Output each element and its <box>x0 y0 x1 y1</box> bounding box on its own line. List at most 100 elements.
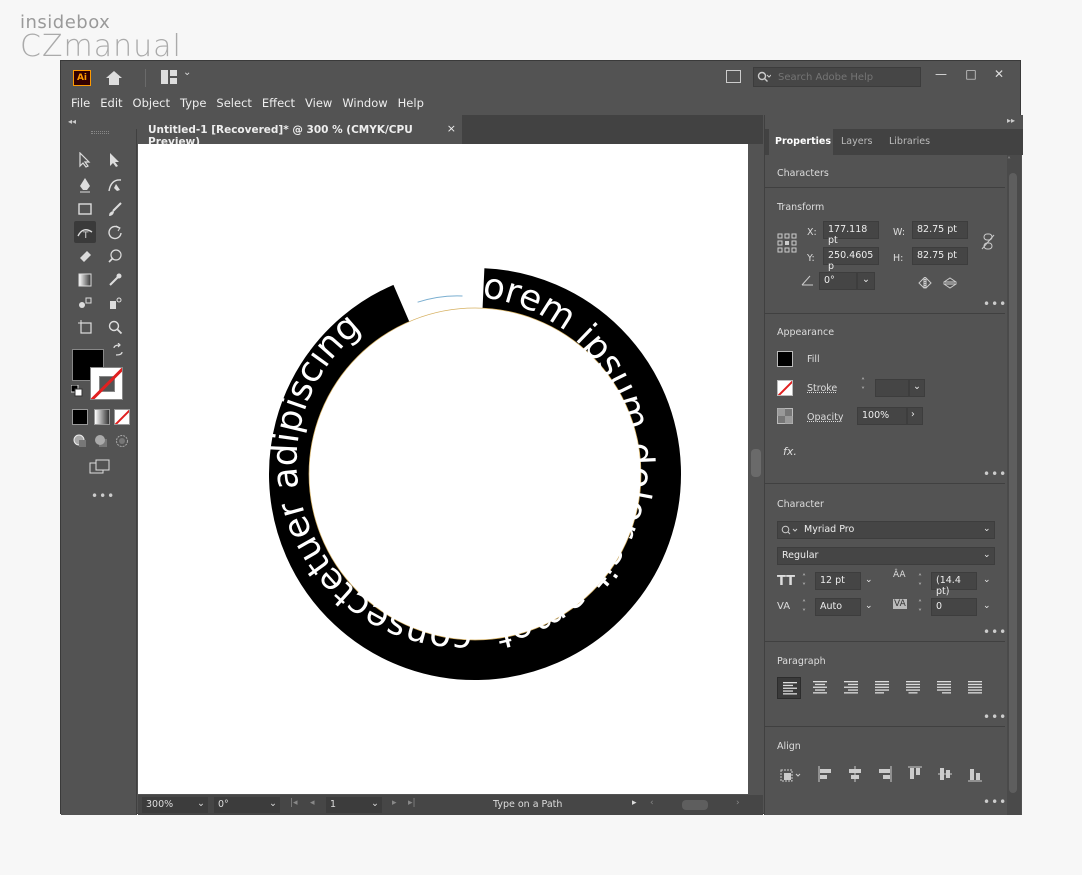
rotation-field[interactable]: 0° ⌄ <box>214 797 280 813</box>
direct-selection-tool[interactable] <box>104 149 126 171</box>
leading-field[interactable]: (14.4 pt) <box>931 572 977 597</box>
font-family-dropdown[interactable]: Myriad Pro <box>777 521 995 539</box>
paragraph-more-icon[interactable]: ••• <box>983 710 1007 724</box>
draw-behind-icon[interactable] <box>94 434 108 448</box>
scroll-right-icon[interactable]: › <box>736 798 740 808</box>
draw-inside-icon[interactable] <box>115 434 129 448</box>
align-more-icon[interactable]: ••• <box>983 795 1007 809</box>
path-text[interactable]: Lorem ipsum dolor sit amet, consectetuer… <box>264 264 661 660</box>
stroke-weight-field[interactable] <box>875 379 909 397</box>
artboard-canvas[interactable]: Lorem ipsum dolor sit amet, consectetuer… <box>138 144 748 794</box>
menu-edit[interactable]: Edit <box>100 93 128 115</box>
rotate-tool[interactable] <box>104 221 126 243</box>
opacity-flyout[interactable]: › <box>907 407 923 425</box>
height-field[interactable]: 82.75 pt <box>912 247 968 265</box>
tracking-stepper[interactable]: ˄ ˅ <box>918 599 922 617</box>
stroke-color-swatch[interactable] <box>90 367 123 400</box>
symbol-sprayer-tool[interactable] <box>104 292 126 314</box>
x-position-field[interactable]: 177.118 pt <box>823 221 879 246</box>
font-size-stepper[interactable]: ˄ ˅ <box>802 573 806 591</box>
align-bottom-icon[interactable] <box>967 765 983 783</box>
font-search-icon[interactable] <box>781 525 799 536</box>
type-on-path-artwork[interactable]: Lorem ipsum dolor sit amet, consectetuer… <box>138 144 748 794</box>
scroll-left-icon[interactable]: ‹ <box>650 798 654 808</box>
blend-tool[interactable] <box>74 292 96 314</box>
paragraph-justify-center-icon[interactable] <box>901 677 925 699</box>
paragraph-align-center-icon[interactable] <box>808 677 832 699</box>
minimize-button[interactable]: — <box>929 64 953 84</box>
paragraph-justify-left-icon[interactable] <box>870 677 894 699</box>
kerning-stepper[interactable]: ˄ ˅ <box>802 599 806 617</box>
align-horizontal-center-icon[interactable] <box>847 765 863 783</box>
draw-normal-icon[interactable] <box>73 434 87 448</box>
horizontal-scroll-thumb[interactable] <box>682 800 708 810</box>
artboard-tool[interactable] <box>74 316 96 338</box>
scroll-up-icon[interactable]: ˄ <box>1007 156 1011 165</box>
transform-more-icon[interactable]: ••• <box>983 297 1007 311</box>
kerning-field[interactable]: Auto <box>815 598 861 616</box>
menu-object[interactable]: Object <box>133 93 176 115</box>
font-size-field[interactable]: 12 pt <box>815 572 861 590</box>
menu-view[interactable]: View <box>305 93 338 115</box>
menu-type[interactable]: Type <box>180 93 212 115</box>
document-tab[interactable]: Untitled-1 [Recovered]* @ 300 % (CMYK/CP… <box>138 115 462 148</box>
menu-window[interactable]: Window <box>342 93 393 115</box>
align-vertical-center-icon[interactable] <box>937 765 953 783</box>
stroke-label[interactable]: Stroke <box>807 383 837 394</box>
zoom-tool[interactable] <box>104 316 126 338</box>
character-more-icon[interactable]: ••• <box>983 625 1007 639</box>
paragraph-justify-right-icon[interactable] <box>932 677 956 699</box>
none-mode-icon[interactable] <box>114 409 130 425</box>
collapse-panel-icon[interactable]: ▸▸ <box>1007 116 1015 125</box>
tab-layers[interactable]: Layers <box>841 136 872 147</box>
menu-select[interactable]: Select <box>216 93 257 115</box>
swap-colors-icon[interactable] <box>111 343 125 357</box>
home-icon[interactable] <box>105 69 123 87</box>
color-mode-icon[interactable] <box>72 409 88 425</box>
opacity-label[interactable]: Opacity <box>807 412 844 423</box>
status-menu-icon[interactable]: ▸ <box>632 798 637 808</box>
flip-horizontal-icon[interactable] <box>918 277 932 289</box>
prev-artboard-icon[interactable]: ◂ <box>310 798 315 808</box>
kerning-chevron-icon[interactable]: ⌄ <box>865 601 873 611</box>
warp-tool[interactable] <box>104 245 126 267</box>
fill-swatch[interactable] <box>777 351 793 367</box>
leading-stepper[interactable]: ˄ ˅ <box>918 573 922 591</box>
workspace-icon[interactable] <box>161 70 177 84</box>
menu-effect[interactable]: Effect <box>262 93 301 115</box>
leading-chevron-icon[interactable]: ⌄ <box>983 575 991 585</box>
paintbrush-tool[interactable] <box>104 198 126 220</box>
next-artboard-icon[interactable]: ▸ <box>392 798 397 808</box>
paragraph-align-left-icon[interactable] <box>777 677 801 699</box>
align-top-icon[interactable] <box>907 765 923 783</box>
stroke-weight-dropdown[interactable]: ⌄ <box>909 379 925 397</box>
edit-toolbar-more-icon[interactable]: ••• <box>91 489 115 503</box>
screen-mode-icon[interactable] <box>89 459 111 475</box>
stroke-stepper[interactable]: ˄ ˅ <box>861 377 865 395</box>
eraser-tool[interactable] <box>74 245 96 267</box>
curvature-tool[interactable] <box>104 174 126 196</box>
menu-file[interactable]: File <box>71 93 96 115</box>
rectangle-tool[interactable] <box>74 198 96 220</box>
font-size-chevron-icon[interactable]: ⌄ <box>865 575 873 585</box>
gradient-tool[interactable] <box>74 269 96 291</box>
gradient-mode-icon[interactable] <box>94 409 110 425</box>
rotation-dropdown[interactable]: ⌄ <box>857 272 875 290</box>
close-tab-icon[interactable]: × <box>447 122 456 135</box>
collapse-toolbar-icon[interactable]: ◂◂ <box>68 117 76 126</box>
toolbar-grip[interactable] <box>91 131 109 134</box>
tracking-field[interactable]: 0 <box>931 598 977 616</box>
search-box[interactable] <box>753 67 921 87</box>
type-on-path-tool[interactable]: T <box>74 221 96 243</box>
search-input[interactable] <box>778 69 918 85</box>
default-colors-icon[interactable] <box>71 385 83 397</box>
close-button[interactable]: ✕ <box>987 64 1011 84</box>
artboard-field[interactable]: 1 ⌄ <box>326 797 382 813</box>
arrange-documents-icon[interactable] <box>726 70 741 83</box>
tab-libraries[interactable]: Libraries <box>889 136 930 147</box>
pen-tool[interactable] <box>74 174 96 196</box>
appearance-more-icon[interactable]: ••• <box>983 467 1007 481</box>
paragraph-justify-all-icon[interactable] <box>963 677 987 699</box>
eyedropper-tool[interactable] <box>104 269 126 291</box>
first-artboard-icon[interactable]: |◂ <box>290 798 298 808</box>
